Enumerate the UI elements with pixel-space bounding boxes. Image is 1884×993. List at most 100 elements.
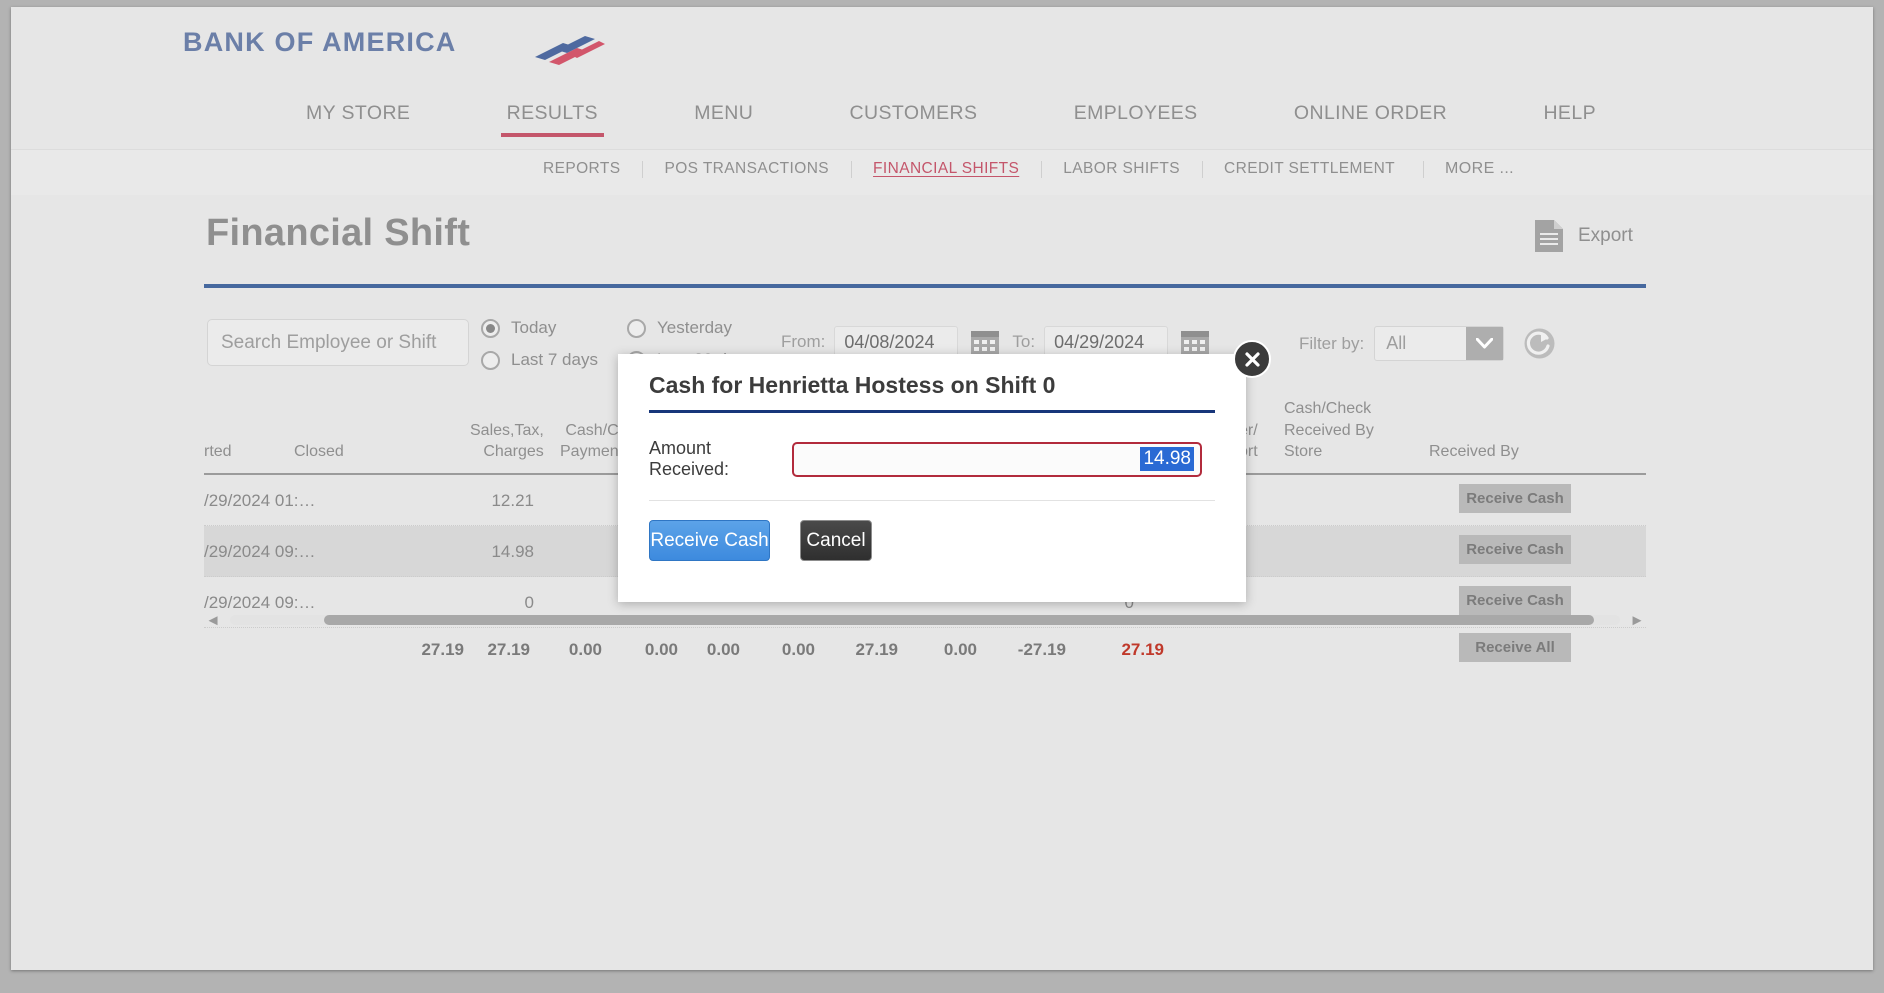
subnav-label: CREDIT SETTLEMENT [1224, 160, 1396, 177]
nav-item-results[interactable]: RESULTS [500, 102, 605, 137]
subnav-label: LABOR SHIFTS [1063, 160, 1181, 177]
nav-item-customers[interactable]: CUSTOMERS [850, 102, 978, 137]
radio-yesterday[interactable]: Yesterday [627, 318, 732, 338]
page-title: Financial Shift [206, 212, 471, 254]
col-header-cash-check-received-by-store: Cash/Check Received By Store [1284, 400, 1374, 461]
flag-logo-icon [535, 36, 605, 65]
calendar-icon[interactable] [970, 328, 1000, 356]
radio-label: Yesterday [657, 318, 732, 337]
cancel-button[interactable]: Cancel [800, 520, 872, 561]
subnav-item-pos-transactions[interactable]: POS TRANSACTIONS [642, 160, 851, 178]
modal-title: Cash for Henrietta Hostess on Shift 0 [649, 372, 1056, 398]
nav-label: MENU [694, 102, 754, 124]
receive-cash-button[interactable]: Receive Cash [1459, 484, 1571, 513]
scrollbar-thumb[interactable] [324, 615, 1594, 625]
scroll-right-arrow[interactable]: ► [1628, 611, 1646, 629]
chevron-down-icon[interactable] [1466, 327, 1504, 360]
receive-cash-confirm-button[interactable]: Receive Cash [649, 520, 770, 561]
subnav-item-financial-shifts[interactable]: FINANCIAL SHIFTS [851, 160, 1041, 178]
radio-label: Last 7 days [511, 350, 598, 369]
radio-indicator [481, 318, 500, 338]
total-7: 0.00 [943, 640, 977, 659]
receive-all-button[interactable]: Receive All [1459, 633, 1571, 662]
filter-by-label: Filter by: [1299, 333, 1365, 353]
receive-cash-button[interactable]: Receive Cash [1459, 535, 1571, 564]
radio-label: Today [511, 318, 557, 337]
radio-today[interactable]: Today [481, 318, 556, 338]
main-navigation: MY STORE RESULTS MENU CUSTOMERS EMPLOYEE… [11, 102, 1873, 144]
subnav-label: POS TRANSACTIONS [664, 160, 830, 177]
col-header-received-by: Received By [1429, 443, 1519, 461]
modal-actions: Receive Cash Cancel [649, 520, 872, 561]
total-highlight: 27.19 [1121, 640, 1164, 659]
to-label: To: [1012, 332, 1036, 351]
nav-label: EMPLOYEES [1073, 102, 1198, 124]
search-input[interactable]: Search Employee or Shift [207, 319, 469, 366]
receive-cash-modal: Cash for Henrietta Hostess on Shift 0 Am… [618, 354, 1246, 602]
sub-navigation: REPORTS POS TRANSACTIONS FINANCIAL SHIFT… [11, 149, 1873, 195]
total-0: 27.19 [421, 640, 464, 659]
desktop-background: BANK OF AMERICA Martha Manager Settings [0, 0, 1884, 993]
title-divider [204, 284, 1646, 288]
from-label: From: [781, 332, 826, 351]
col-header-started: rted [204, 443, 232, 461]
export-label: Export [1578, 225, 1633, 246]
total-8: -27.19 [1017, 640, 1066, 659]
logo-text: BANK OF AMERICA [183, 26, 457, 57]
cell-started: /29/2024 09:… [204, 542, 316, 561]
nav-label: HELP [1543, 102, 1596, 124]
nav-item-my-store[interactable]: MY STORE [306, 102, 410, 137]
amount-received-field: Amount Received: 14.98 [649, 438, 1215, 480]
subnav-item-reports[interactable]: REPORTS [521, 160, 642, 178]
subnav-item-credit-settlement[interactable]: CREDIT SETTLEMENT [1202, 160, 1417, 178]
nav-item-employees[interactable]: EMPLOYEES [1074, 102, 1198, 137]
cell-started: /29/2024 01:… [204, 491, 316, 510]
radio-last-7-days[interactable]: Last 7 days [481, 350, 598, 370]
col-header-cash-check-payments: Cash/C Paymen [560, 421, 619, 461]
total-4: 0.00 [706, 640, 740, 659]
cell-sales: 14.98 [491, 542, 534, 561]
nav-item-online-order[interactable]: ONLINE ORDER [1294, 102, 1447, 137]
radio-indicator [627, 318, 646, 338]
horizontal-scrollbar[interactable]: ◄ ► [204, 609, 1646, 631]
amount-received-value: 14.98 [1140, 447, 1194, 471]
search-placeholder: Search Employee or Shift [221, 331, 437, 353]
calendar-icon-to[interactable] [1180, 328, 1210, 356]
filter-by-controls: Filter by: All [1299, 326, 1556, 361]
page-root: BANK OF AMERICA Martha Manager Settings [11, 7, 1873, 970]
filter-by-select[interactable]: All [1374, 326, 1505, 361]
total-6: 27.19 [855, 640, 898, 659]
modal-title-divider [649, 410, 1215, 413]
total-1: 27.19 [487, 640, 530, 659]
total-2: 0.00 [568, 640, 602, 659]
subnav-item-labor-shifts[interactable]: LABOR SHIFTS [1041, 160, 1202, 178]
total-5: 0.00 [781, 640, 815, 659]
export-button[interactable]: Export [1534, 219, 1633, 253]
nav-label: CUSTOMERS [849, 102, 978, 124]
scroll-left-arrow[interactable]: ◄ [204, 611, 222, 629]
col-header-sales-tax-charges: Sales,Tax, Charges [470, 421, 544, 461]
nav-label: RESULTS [506, 102, 598, 124]
browser-window: BANK OF AMERICA Martha Manager Settings [11, 7, 1873, 970]
close-icon[interactable] [1233, 340, 1271, 378]
filter-by-value: All [1386, 333, 1407, 353]
amount-received-input[interactable]: 14.98 [792, 441, 1202, 477]
total-3: 0.00 [644, 640, 678, 659]
radio-indicator [481, 350, 500, 370]
nav-item-menu[interactable]: MENU [694, 102, 753, 137]
nav-label: ONLINE ORDER [1293, 102, 1448, 124]
document-icon [1535, 220, 1563, 252]
nav-item-help[interactable]: HELP [1543, 102, 1596, 137]
amount-received-label: Amount Received: [649, 438, 730, 479]
nav-label: MY STORE [306, 102, 411, 124]
modal-divider [649, 500, 1215, 501]
subnav-label: FINANCIAL SHIFTS [873, 160, 1020, 177]
subnav-item-more[interactable]: MORE ... [1417, 160, 1536, 178]
site-header: BANK OF AMERICA Martha Manager Settings [11, 7, 1873, 75]
bank-of-america-logo[interactable]: BANK OF AMERICA [183, 25, 605, 65]
table-totals-row: 27.19 27.19 0.00 0.00 0.00 0.00 27.19 0.… [204, 628, 1646, 674]
cell-sales: 12.21 [491, 491, 534, 510]
subnav-label: REPORTS [543, 160, 621, 177]
refresh-icon[interactable] [1523, 327, 1556, 360]
subnav-label: MORE ... [1445, 160, 1515, 177]
